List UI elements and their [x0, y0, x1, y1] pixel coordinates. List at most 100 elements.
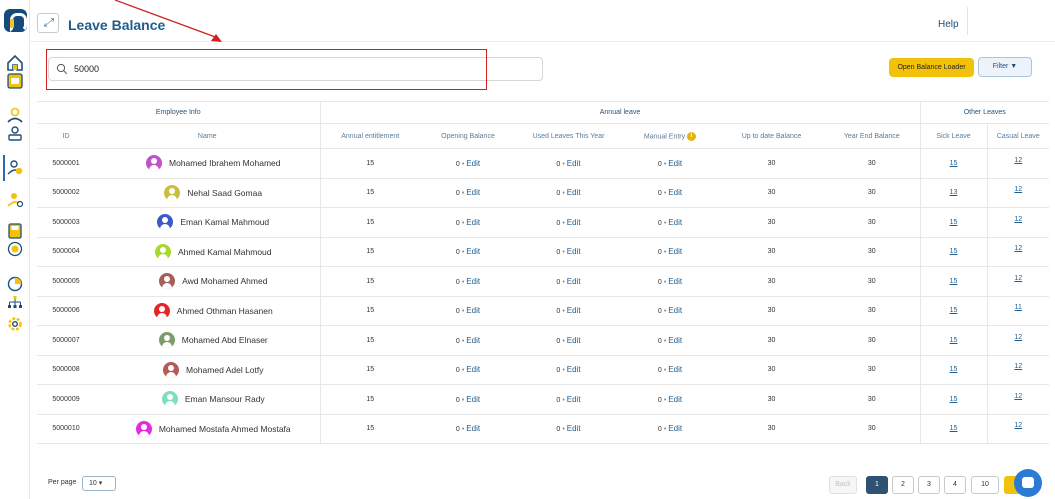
casual-leave-link[interactable]: 11	[1015, 304, 1022, 311]
sick-leave-link[interactable]: 15	[950, 219, 958, 226]
employee-name-cell[interactable]: Ahmed Othman Hasanen	[95, 296, 321, 326]
edit-used-leaves-link[interactable]: Edit	[567, 277, 581, 286]
help-link[interactable]: Help	[938, 19, 959, 30]
employee-name[interactable]: Ahmed Othman Hasanen	[177, 306, 273, 316]
pager-page-button[interactable]: 3	[918, 476, 940, 494]
pager-page-button[interactable]: 10	[971, 476, 999, 494]
edit-opening-balance-link[interactable]: Edit	[466, 277, 480, 286]
table-row[interactable]: 5000004 Ahmed Kamal Mahmoud 15 0 • Edit 0 •…	[37, 237, 1049, 267]
filter-button[interactable]: Filter ▼	[978, 57, 1032, 77]
edit-manual-entry-link[interactable]: Edit	[668, 277, 682, 286]
employee-name[interactable]: Eman Mansour Rady	[185, 394, 265, 404]
edit-manual-entry-link[interactable]: Edit	[668, 247, 682, 256]
casual-leave-link[interactable]: 12	[1014, 275, 1022, 282]
edit-opening-balance-link[interactable]: Edit	[466, 306, 480, 315]
user-icon[interactable]	[6, 106, 24, 124]
employee-name[interactable]: Eman Kamal Mahmoud	[180, 217, 269, 227]
edit-manual-entry-link[interactable]: Edit	[668, 395, 682, 404]
edit-manual-entry-link[interactable]: Edit	[668, 188, 682, 197]
edit-used-leaves-link[interactable]: Edit	[567, 218, 581, 227]
edit-used-leaves-link[interactable]: Edit	[567, 395, 581, 404]
money-icon[interactable]	[6, 240, 24, 258]
casual-leave-link[interactable]: 12	[1014, 393, 1022, 400]
edit-manual-entry-link[interactable]: Edit	[668, 159, 682, 168]
edit-manual-entry-link[interactable]: Edit	[668, 336, 682, 345]
pager-back-button[interactable]: Back	[829, 476, 857, 494]
open-balance-loader-button[interactable]: Open Balance Loader	[889, 58, 974, 77]
employee-name[interactable]: Mohamed Abd Elnaser	[182, 335, 268, 345]
sick-leave-link[interactable]: 15	[950, 396, 958, 403]
employee-name[interactable]: Nehal Saad Gomaa	[187, 188, 262, 198]
edit-opening-balance-link[interactable]: Edit	[466, 395, 480, 404]
employee-name-cell[interactable]: Mohamed Ibrahem Mohamed	[95, 148, 321, 179]
table-row[interactable]: 5000002 Nehal Saad Gomaa 15 0 • Edit 0 • Edi…	[37, 178, 1049, 208]
employee-name-cell[interactable]: Eman Kamal Mahmoud	[95, 207, 321, 238]
table-row[interactable]: 5000010 Mohamed Mostafa Ahmed Mostafa 15…	[37, 414, 1049, 444]
casual-leave-link[interactable]: 12	[1014, 422, 1022, 429]
employee-name-cell[interactable]: Nehal Saad Gomaa	[95, 178, 321, 208]
edit-opening-balance-link[interactable]: Edit	[466, 188, 480, 197]
org-chart-icon[interactable]	[6, 294, 24, 312]
edit-opening-balance-link[interactable]: Edit	[466, 336, 480, 345]
per-page-select[interactable]: 10 ▾	[82, 476, 116, 491]
employee-name[interactable]: Mohamed Adel Lotfy	[186, 365, 264, 375]
table-row[interactable]: 5000007 Mohamed Abd Elnaser 15 0 • Edit 0 •…	[37, 325, 1049, 356]
gear-icon[interactable]	[6, 315, 24, 333]
employee-name[interactable]: Ahmed Kamal Mahmoud	[178, 247, 272, 257]
casual-leave-link[interactable]: 12	[1014, 216, 1022, 223]
employee-name[interactable]: Awd Mohamed Ahmed	[182, 276, 267, 286]
edit-opening-balance-link[interactable]: Edit	[466, 159, 480, 168]
table-row[interactable]: 5000005 Awd Mohamed Ahmed 15 0 • Edit 0 • Ed…	[37, 266, 1049, 297]
casual-leave-link[interactable]: 12	[1014, 186, 1022, 193]
table-row[interactable]: 5000006 Ahmed Othman Hasanen 15 0 • Edit 0…	[37, 296, 1049, 326]
table-row[interactable]: 5000009 Eman Mansour Rady 15 0 • Edit 0 • Ed…	[37, 384, 1049, 415]
edit-manual-entry-link[interactable]: Edit	[668, 424, 682, 433]
sick-leave-link[interactable]: 15	[950, 278, 958, 285]
calendar-icon[interactable]	[6, 72, 24, 90]
calculator-icon[interactable]	[6, 222, 24, 240]
edit-opening-balance-link[interactable]: Edit	[466, 424, 480, 433]
edit-opening-balance-link[interactable]: Edit	[466, 365, 480, 374]
sick-leave-link[interactable]: 15	[950, 160, 958, 167]
edit-manual-entry-link[interactable]: Edit	[668, 306, 682, 315]
chat-icon[interactable]	[1014, 469, 1042, 497]
employee-name-cell[interactable]: Eman Mansour Rady	[95, 384, 321, 415]
edit-used-leaves-link[interactable]: Edit	[567, 159, 581, 168]
pager-page-button[interactable]: 2	[892, 476, 914, 494]
employee-name-cell[interactable]: Ahmed Kamal Mahmoud	[95, 237, 321, 267]
sick-leave-link[interactable]: 15	[950, 337, 958, 344]
edit-used-leaves-link[interactable]: Edit	[567, 247, 581, 256]
info-icon[interactable]: i	[687, 131, 697, 141]
pager-page-button[interactable]: 1	[866, 476, 888, 494]
employee-name-cell[interactable]: Mohamed Adel Lotfy	[95, 355, 321, 385]
edit-used-leaves-link[interactable]: Edit	[567, 306, 581, 315]
edit-used-leaves-link[interactable]: Edit	[567, 424, 581, 433]
employee-name-cell[interactable]: Mohamed Abd Elnaser	[95, 325, 321, 356]
user-settings-icon[interactable]	[6, 190, 24, 208]
table-row[interactable]: 5000008 Mohamed Adel Lotfy 15 0 • Edit 0 • E…	[37, 355, 1049, 385]
user-leave-icon[interactable]	[6, 158, 24, 176]
employee-name[interactable]: Mohamed Ibrahem Mohamed	[169, 158, 281, 168]
employee-name[interactable]: Mohamed Mostafa Ahmed Mostafa	[159, 424, 291, 434]
edit-manual-entry-link[interactable]: Edit	[668, 218, 682, 227]
sick-leave-link[interactable]: 15	[950, 248, 958, 255]
table-row[interactable]: 5000003 Eman Kamal Mahmoud 15 0 • Edit 0 • E…	[37, 207, 1049, 238]
user-card-icon[interactable]	[6, 124, 24, 142]
edit-used-leaves-link[interactable]: Edit	[567, 188, 581, 197]
sick-leave-link[interactable]: 15	[950, 307, 958, 314]
casual-leave-link[interactable]: 12	[1014, 334, 1022, 341]
casual-leave-link[interactable]: 12	[1014, 157, 1022, 164]
employee-name-cell[interactable]: Awd Mohamed Ahmed	[95, 266, 321, 297]
sick-leave-link[interactable]: 13	[950, 189, 958, 196]
casual-leave-link[interactable]: 12	[1014, 363, 1022, 370]
edit-opening-balance-link[interactable]: Edit	[466, 247, 480, 256]
employee-name-cell[interactable]: Mohamed Mostafa Ahmed Mostafa	[95, 414, 321, 444]
pie-chart-icon[interactable]	[6, 275, 24, 293]
edit-manual-entry-link[interactable]: Edit	[668, 365, 682, 374]
sick-leave-link[interactable]: 15	[950, 366, 958, 373]
edit-used-leaves-link[interactable]: Edit	[567, 336, 581, 345]
edit-opening-balance-link[interactable]: Edit	[466, 218, 480, 227]
casual-leave-link[interactable]: 12	[1014, 245, 1022, 252]
edit-used-leaves-link[interactable]: Edit	[567, 365, 581, 374]
table-row[interactable]: 5000001 Mohamed Ibrahem Mohamed 15 0 • Edi…	[37, 148, 1049, 179]
